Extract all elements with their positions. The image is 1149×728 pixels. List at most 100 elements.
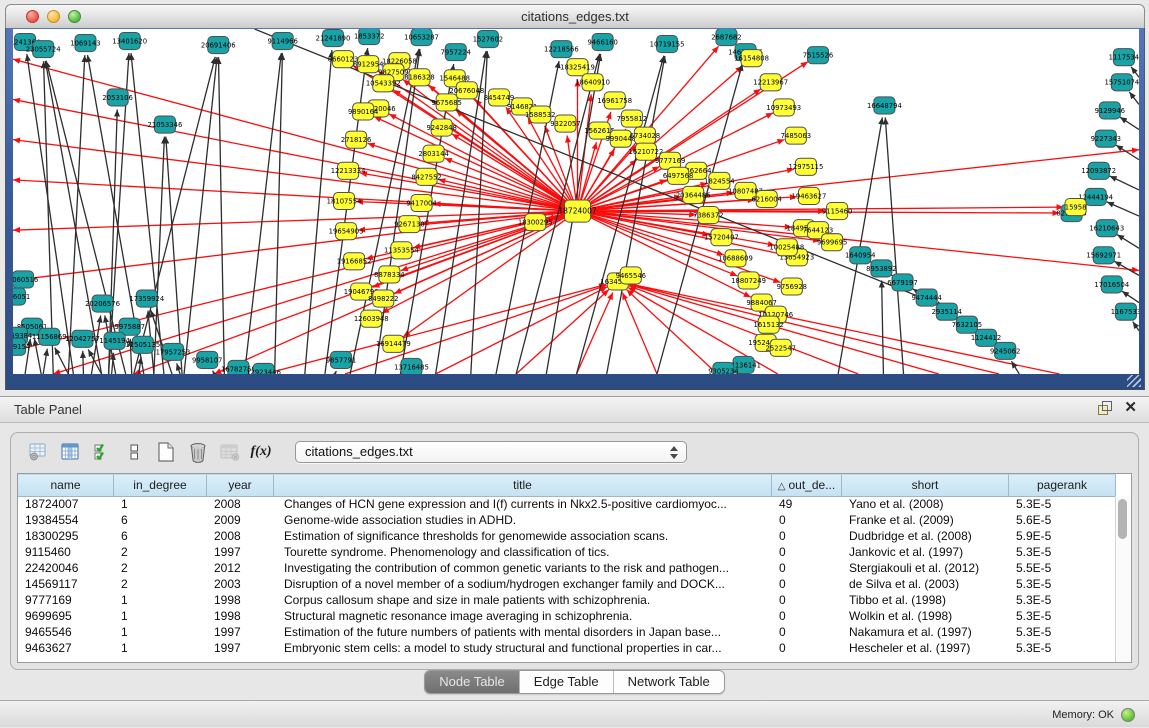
delete-column-trash-icon[interactable]: [185, 440, 211, 464]
graph-node-label: 2616051: [13, 293, 30, 301]
graph-node-label: 1124412: [971, 334, 1001, 342]
table-row[interactable]: 1872400712008Changes of HCN gene express…: [18, 496, 1116, 512]
graph-node-label: 1069143: [70, 39, 100, 47]
table-cell: Stergiakouli et al. (2012): [842, 560, 1009, 576]
tab-edge-table[interactable]: Edge Table: [520, 671, 614, 693]
column-header-title[interactable]: title: [274, 474, 772, 496]
graph-node-label: 8498222: [368, 295, 398, 303]
table-panel-header: Table Panel ✕: [0, 396, 1149, 423]
scrollbar-thumb[interactable]: [1118, 499, 1127, 539]
table-cell: 2009: [207, 512, 274, 528]
window-resize-grip[interactable]: [1127, 375, 1141, 387]
dropdown-arrows-icon: [669, 446, 678, 460]
float-panel-icon[interactable]: [1098, 401, 1112, 415]
table-row[interactable]: 1456911722003Disruption of a novel membe…: [18, 576, 1116, 592]
tab-node-table[interactable]: Node Table: [425, 671, 520, 693]
table-row[interactable]: 969969511998Structural magnetic resonanc…: [18, 608, 1116, 624]
close-window-button[interactable]: [26, 10, 39, 23]
graph-node-label: 1527602: [473, 35, 503, 43]
zoom-window-button[interactable]: [68, 10, 81, 23]
graph-node-label: 9777169: [655, 157, 685, 165]
graph-node-label: 20691406: [201, 42, 236, 50]
table-vertical-scrollbar[interactable]: [1115, 496, 1131, 662]
table-cell: 5.9E-5: [1009, 528, 1116, 544]
table-cell: 2: [114, 544, 207, 560]
graph-node-label: 9699695: [817, 239, 847, 247]
graph-node-label: 7485063: [781, 132, 811, 140]
new-table-icon[interactable]: [153, 440, 179, 464]
table-settings-icon[interactable]: [25, 440, 51, 464]
column-header-name[interactable]: name: [18, 474, 114, 496]
table-row[interactable]: 977716911998Corpus callosum shape and si…: [18, 592, 1116, 608]
graph-node-label: 2935114: [932, 308, 962, 316]
citation-graph[interactable]: 1241364230557241069143134016202069140691…: [13, 29, 1139, 374]
table-cell: 2008: [207, 528, 274, 544]
table-cell: 1997: [207, 640, 274, 656]
column-header-out-de-[interactable]: △out_de...: [772, 474, 842, 496]
table-cell: 5.6E-5: [1009, 512, 1116, 528]
tab-network-table[interactable]: Network Table: [614, 671, 724, 693]
minimize-window-button[interactable]: [47, 10, 60, 23]
table-cell: 5.3E-5: [1009, 496, 1116, 512]
table-row[interactable]: 1830029562008Estimation of significance …: [18, 528, 1116, 544]
table-cell: 9699695: [18, 608, 114, 624]
graph-node-label: 9322057: [550, 120, 580, 128]
table-selector-dropdown[interactable]: citations_edges.txt: [295, 441, 687, 463]
close-panel-icon[interactable]: ✕: [1124, 401, 1137, 415]
graph-edge: [154, 137, 165, 374]
graph-node-label: 9305234: [708, 367, 738, 374]
network-canvas[interactable]: 1241364230557241069143134016202069140691…: [13, 29, 1139, 374]
column-header-year[interactable]: year: [207, 474, 274, 496]
table-cell: Nakamura et al. (1997): [842, 624, 1009, 640]
graph-edge: [1011, 361, 1019, 374]
table-row[interactable]: 946362711997Embryonic stem cells: a mode…: [18, 640, 1116, 656]
table-cell: 19384554: [18, 512, 114, 528]
table-row[interactable]: 1938455462009Genome-wide association stu…: [18, 512, 1116, 528]
graph-node-label: 12218566: [544, 46, 579, 54]
row-height-icon[interactable]: [121, 440, 147, 464]
graph-edge: [1129, 92, 1139, 105]
table-cell: 0: [772, 624, 842, 640]
graph-node-label: 12093872: [1081, 167, 1116, 175]
graph-node-label: 7386372: [693, 211, 723, 219]
table-row[interactable]: 911546021997Tourette syndrome. Phenomeno…: [18, 544, 1116, 560]
window-titlebar[interactable]: citations_edges.txt: [5, 4, 1145, 29]
table-cell: 1: [114, 624, 207, 640]
graph-edge: [13, 211, 578, 351]
column-header-pagerank[interactable]: pagerank: [1009, 474, 1116, 496]
graph-node-label: 6497568: [663, 172, 693, 180]
graph-node-label: 18807249: [731, 277, 766, 285]
graph-node-label: 20364486: [676, 191, 711, 199]
delete-table-icon[interactable]: [217, 440, 243, 464]
graph-node-label: 9227343: [1091, 135, 1121, 143]
graph-edge: [1107, 202, 1139, 216]
table-cell: Corpus callosum shape and size in male p…: [274, 592, 772, 608]
table-row[interactable]: 946554611997Estimation of the future num…: [18, 624, 1116, 640]
function-builder-icon[interactable]: f(x): [249, 440, 275, 464]
graph-node-label: 15720407: [704, 234, 739, 242]
table-cell: 6: [114, 528, 207, 544]
table-cell: 1997: [207, 544, 274, 560]
graph-node-label: 18724007: [558, 206, 597, 215]
column-header-short[interactable]: short: [842, 474, 1009, 496]
table-cell: Franke et al. (2009): [842, 512, 1009, 528]
graph-edge: [177, 363, 180, 374]
graph-edge: [265, 285, 607, 374]
graph-node-label: 8912954: [353, 61, 383, 69]
select-columns-checklist-icon[interactable]: [89, 440, 115, 464]
graph-node-label: 10543392: [366, 80, 401, 88]
graph-node-label: 9958107: [192, 356, 222, 364]
show-columns-icon[interactable]: [57, 440, 83, 464]
table-cell: 9463627: [18, 640, 114, 656]
graph-node-label: 9129946: [1095, 107, 1125, 115]
graph-node-label: 1615132: [753, 321, 783, 329]
graph-edge: [630, 284, 1060, 374]
column-header-in-degree[interactable]: in_degree: [114, 474, 207, 496]
graph-node-label: 16648794: [867, 102, 902, 110]
table-cell: 1: [114, 496, 207, 512]
graph-node-label: 1569154: [13, 343, 30, 351]
table-row[interactable]: 2242004622012Investigating the contribut…: [18, 560, 1116, 576]
graph-node-label: 21053346: [148, 121, 183, 129]
graph-node-label: 18640910: [575, 79, 610, 87]
graph-edge: [213, 371, 215, 374]
